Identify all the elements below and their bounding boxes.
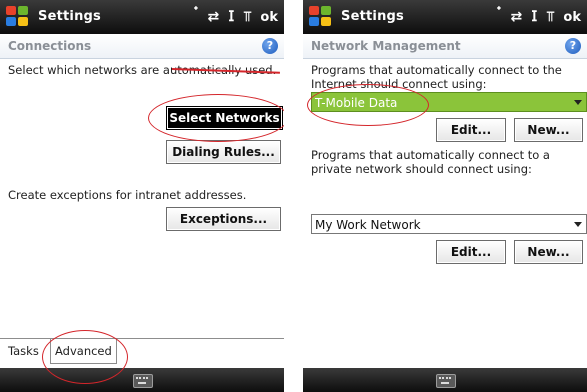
private-network-select[interactable]: My Work Network (311, 214, 587, 234)
new-private-button[interactable]: New... (514, 240, 583, 264)
private-connection-label: Programs that automatically connect to a… (311, 148, 550, 176)
app-title: Settings (38, 9, 101, 24)
tab-tasks[interactable]: Tasks (8, 339, 39, 363)
edit-private-button[interactable]: Edit... (436, 240, 506, 264)
menu-bar (303, 368, 587, 392)
status-icons: ๋ ⇄ 𝖨 ⫪ ok (199, 8, 278, 26)
private-network-value: My Work Network (315, 218, 421, 232)
title-bar: Settings ๋ ⇄ 𝖨 ⫪ ok (303, 0, 587, 34)
annotation-circle (148, 94, 284, 142)
help-icon[interactable]: ? (565, 38, 581, 54)
menu-bar (0, 368, 284, 392)
windows-start-icon[interactable] (6, 6, 30, 28)
ok-button[interactable]: ok (260, 10, 278, 25)
network-management-screen: Settings ๋ ⇄ 𝖨 ⫪ ok Network Management ?… (303, 0, 587, 392)
signal-icon[interactable]: 𝖨 (531, 8, 537, 26)
connections-screen: Settings ๋ ⇄ 𝖨 ⫪ ok Connections ? Select… (0, 0, 284, 392)
data-sync-icon[interactable]: ⇄ (208, 8, 220, 26)
speaker-icon[interactable]: ⫪ (547, 8, 555, 26)
signal-icon[interactable]: 𝖨 (228, 8, 234, 26)
exceptions-description: Create exceptions for intranet addresses… (8, 188, 247, 202)
ok-button[interactable]: ok (563, 10, 581, 25)
title-bar: Settings ๋ ⇄ 𝖨 ⫪ ok (0, 0, 284, 34)
new-internet-button[interactable]: New... (514, 118, 583, 142)
app-title: Settings (341, 9, 404, 24)
page-header: Network Management ? (303, 34, 587, 59)
page-title: Connections (8, 39, 92, 53)
dropdown-caret-icon (574, 100, 582, 105)
annotation-circle (307, 84, 429, 126)
edit-internet-button[interactable]: Edit... (436, 118, 506, 142)
data-sync-icon[interactable]: ⇄ (511, 8, 523, 26)
speaker-icon[interactable]: ⫪ (244, 8, 252, 26)
help-icon[interactable]: ? (262, 38, 278, 54)
exceptions-button[interactable]: Exceptions... (166, 207, 281, 231)
annotation-circle (42, 330, 128, 384)
page-title: Network Management (311, 39, 461, 53)
page-header: Connections ? (0, 34, 284, 59)
keyboard-icon[interactable] (436, 374, 456, 388)
dialing-rules-button[interactable]: Dialing Rules... (166, 140, 281, 164)
windows-start-icon[interactable] (309, 6, 333, 28)
keyboard-icon[interactable] (133, 374, 153, 388)
status-icons: ๋ ⇄ 𝖨 ⫪ ok (502, 8, 581, 26)
dropdown-caret-icon (574, 222, 582, 227)
